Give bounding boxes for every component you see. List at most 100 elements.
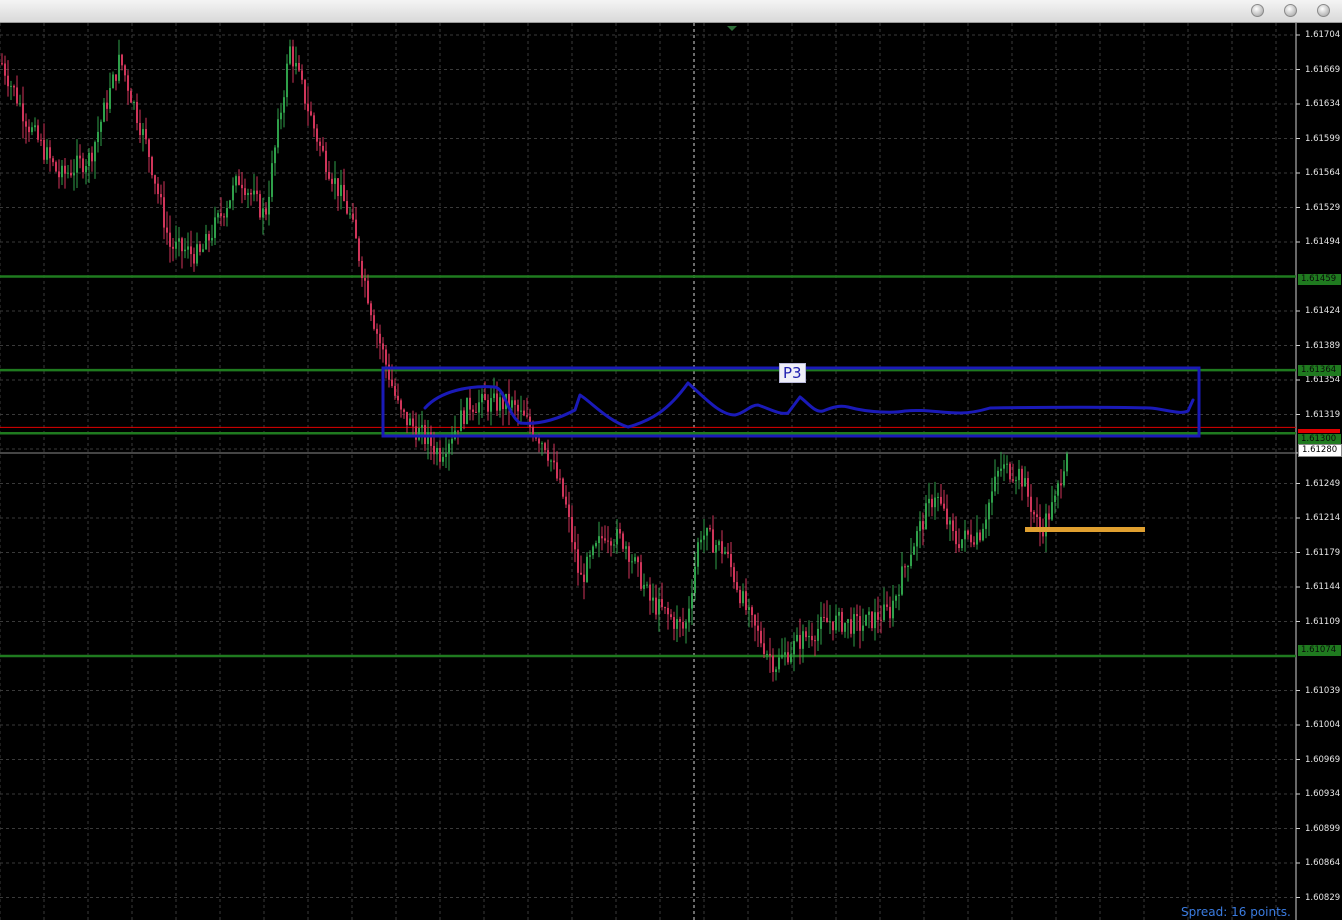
zoom-button[interactable] [1284,4,1297,17]
candle-body [829,621,831,623]
candle-body [367,280,369,304]
candle-body [742,591,744,604]
price-axis-label: 1.61319 [1305,409,1341,420]
candle-body [997,470,999,477]
chart-canvas[interactable] [0,23,1342,920]
candle-body [739,589,741,604]
candle-body [190,246,192,255]
price-axis-label: 1.61179 [1305,547,1341,558]
price-axis-label: 1.61669 [1305,64,1341,75]
candle-body [883,604,885,621]
candle-body [655,597,657,615]
candle-body [67,172,69,174]
close-button[interactable] [1317,4,1330,17]
candle-body [550,460,552,462]
candle-body [169,232,171,247]
candle-body [541,443,543,445]
candle-body [793,641,795,655]
candle-body [1066,453,1068,472]
candle-body [1027,478,1029,497]
candle-body [715,545,717,553]
candle-body [154,175,156,184]
candle-body [925,503,927,530]
price-axis-label: 1.61704 [1305,30,1341,40]
candle-body [370,303,372,316]
candle-body [382,343,384,350]
candle-body [670,614,672,618]
candle-body [892,600,894,619]
candle-body [10,85,12,87]
candle-body [484,393,486,401]
candle-body [88,152,90,167]
candle-body [826,617,828,623]
spread-indicator: Spread: 16 points. [1181,905,1291,919]
candle-body [985,519,987,529]
price-axis-label: 1.60934 [1305,789,1341,799]
candle-body [469,397,471,410]
candle-body [814,640,816,642]
candle-body [562,478,564,497]
candle-body [1024,478,1026,487]
candle-body [394,385,396,396]
candle-body [565,496,567,505]
price-axis-label: 1.61494 [1305,237,1341,247]
rectangle-label[interactable]: P3 [779,363,806,383]
candle-body [148,139,150,157]
candle-body [868,611,870,615]
candle-body [520,410,522,412]
candle-body [676,619,678,629]
candle-body [526,415,528,417]
candle-body [832,621,834,631]
candle-body [337,178,339,196]
candle-body [493,393,495,399]
candle-body [313,115,315,129]
minimize-button[interactable] [1251,4,1264,17]
candle-body [805,631,807,638]
candle-body [589,555,591,557]
candle-body [763,643,765,655]
window-titlebar [0,0,1342,23]
candle-body [37,125,39,140]
candle-body [1021,468,1023,487]
candle-body [361,260,363,279]
candle-body [160,194,162,198]
price-axis-label: 1.60899 [1305,823,1341,834]
candle-body [721,541,723,554]
candle-body [604,538,606,541]
candle-body [937,496,939,498]
candle-body [688,608,690,623]
candle-body [292,46,294,67]
candle-body [736,582,738,590]
candle-body [1012,479,1014,481]
candle-body [124,65,126,76]
candle-body [712,529,714,553]
candle-body [295,63,297,67]
candle-body [910,554,912,566]
candle-body [415,426,417,440]
candle-body [133,101,135,103]
level-tag-1: 1.61459 [1298,274,1341,285]
candle-body [400,400,402,410]
candle-body [304,79,306,104]
candle-body [31,127,33,133]
candle-body [844,622,846,632]
candle-body [856,614,858,617]
candle-body [220,213,222,217]
candle-body [664,607,666,609]
price-axis-label: 1.61634 [1305,99,1341,109]
candle-body [928,498,930,504]
price-axis-label: 1.61109 [1305,616,1341,627]
candle-body [76,155,78,173]
candle-body [697,542,699,567]
candle-body [271,163,273,197]
candle-body [121,54,123,66]
candle-body [91,152,93,162]
price-axis-label: 1.61214 [1305,513,1341,523]
candle-body [13,85,15,88]
candle-body [694,566,696,594]
candle-body [157,183,159,195]
price-chart[interactable]: 1.61704 1.61669 1.61634 1.61599 1.61564 1.615… [0,23,1342,920]
candle-body [913,546,915,555]
candle-body [661,599,663,608]
candle-body [1006,463,1008,465]
